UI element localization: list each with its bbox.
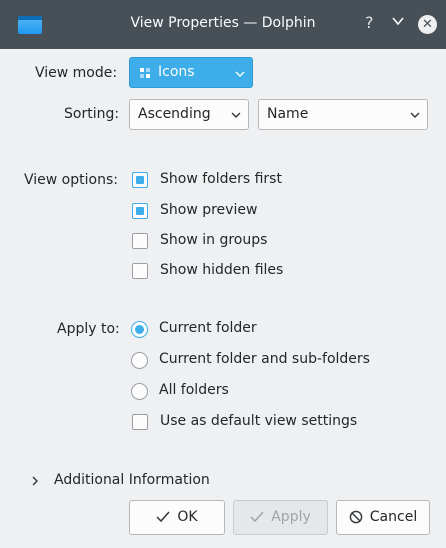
chevron-down-icon: [231, 112, 241, 118]
apply-to-label: Apply to:: [57, 321, 120, 337]
checkbox-box[interactable]: [132, 263, 148, 279]
checkbox-label: Use as default view settings: [160, 413, 358, 429]
minimize-chevron-icon[interactable]: [391, 14, 405, 28]
sort-order-value: Ascending: [138, 106, 211, 122]
cancel-icon: [349, 510, 363, 524]
checkbox-box[interactable]: [132, 172, 148, 188]
checkbox-box[interactable]: [132, 233, 148, 249]
cancel-label: Cancel: [369, 509, 418, 525]
sorting-label: Sorting:: [64, 106, 120, 122]
apply-label: Apply: [271, 509, 311, 525]
radio-label: Current folder and sub-folders: [159, 351, 370, 367]
checkbox-label: Show in groups: [160, 232, 268, 248]
icons-view-icon: [140, 68, 151, 79]
checkmark-icon: [250, 511, 264, 523]
checkbox-box[interactable]: [132, 414, 148, 430]
window-title: View Properties — Dolphin: [130, 15, 316, 31]
radio-button[interactable]: [131, 321, 148, 338]
additional-information-expander[interactable]: Additional Information: [30, 472, 230, 492]
checkbox-label: Show preview: [160, 202, 258, 218]
radio-label: Current folder: [159, 320, 257, 336]
additional-information-label: Additional Information: [54, 472, 210, 488]
view-mode-value: Icons: [158, 64, 195, 80]
apply-button[interactable]: Apply: [233, 500, 328, 535]
title-bar[interactable]: View Properties — Dolphin ? ✕: [0, 0, 446, 49]
chevron-down-icon: [410, 112, 420, 118]
checkmark-icon: [156, 511, 170, 523]
checkbox-box[interactable]: [132, 203, 148, 219]
checkbox-label: Show folders first: [160, 171, 282, 187]
radio-label: All folders: [159, 382, 229, 398]
chevron-right-icon: [32, 476, 38, 486]
ok-label: OK: [177, 509, 198, 525]
radio-button[interactable]: [131, 352, 148, 369]
cancel-button[interactable]: Cancel: [336, 500, 430, 535]
chevron-down-icon: [235, 71, 245, 78]
help-icon[interactable]: ?: [365, 13, 374, 32]
sort-field-value: Name: [267, 106, 309, 122]
view-mode-label: View mode:: [35, 65, 118, 81]
sort-order-combo[interactable]: Ascending: [129, 99, 249, 130]
view-options-label: View options:: [24, 172, 118, 188]
sort-field-combo[interactable]: Name: [258, 99, 428, 130]
ok-button[interactable]: OK: [129, 500, 225, 535]
checkbox-label: Show hidden files: [160, 262, 284, 278]
radio-button[interactable]: [131, 383, 148, 400]
close-icon[interactable]: ✕: [418, 15, 437, 34]
view-mode-button[interactable]: Icons: [129, 57, 253, 88]
